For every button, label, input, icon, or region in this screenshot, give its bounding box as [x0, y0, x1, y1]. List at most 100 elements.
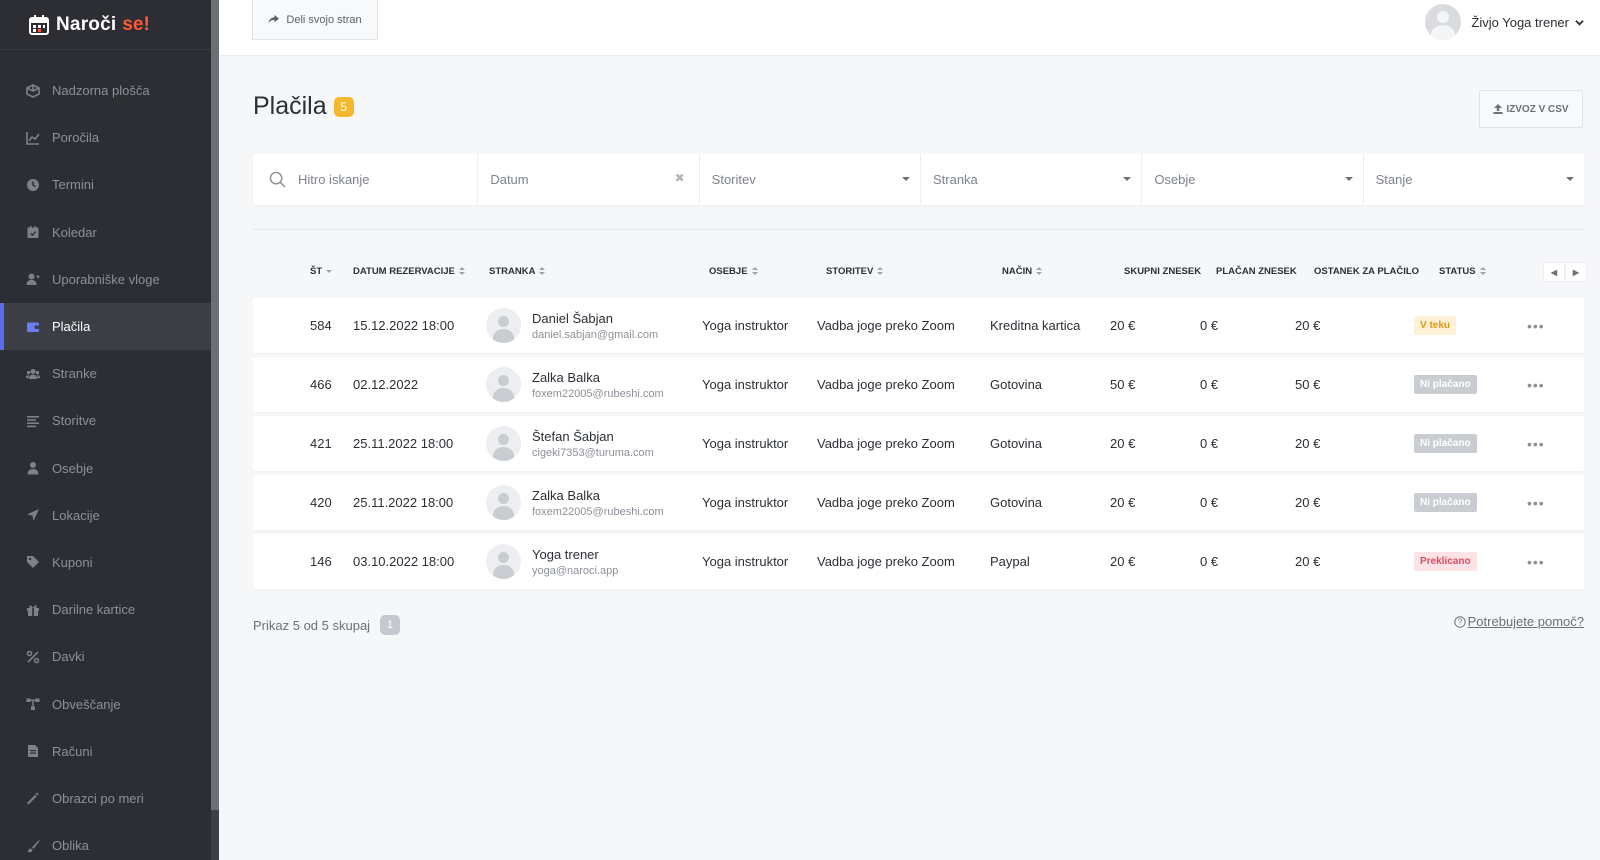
sidebar-item-nadzorna-plosca[interactable]: Nadzorna plošča [0, 67, 212, 114]
caret-down-icon [901, 177, 910, 181]
customer-avatar [486, 367, 521, 402]
sidebar-item-label: Uporabniške vloge [52, 271, 160, 287]
invoice-icon [26, 744, 40, 758]
column-header-staff[interactable]: OSEBJE [709, 266, 758, 277]
column-header-customer[interactable]: STRANKA [489, 266, 546, 277]
calendar-check-icon [26, 225, 40, 239]
customer-avatar-cell [486, 298, 521, 353]
sidebar-item-obrazci-po-meri[interactable]: Obrazci po meri [0, 775, 212, 822]
more-actions-icon[interactable]: ••• [1527, 357, 1545, 412]
help-link[interactable]: ? Potrebujete pomoč? [1453, 614, 1584, 629]
date-input[interactable] [490, 172, 641, 187]
sidebar-item-oblika[interactable]: Oblika [0, 822, 212, 860]
table-row[interactable]: 466 02.12.2022 Yoga instruktor Vadba joge p… [253, 357, 1584, 412]
sidebar-item-davki[interactable]: Davki [0, 633, 212, 680]
caret-down-icon [1565, 177, 1574, 181]
status-badge: Preklicano [1414, 552, 1477, 571]
cell-method: Kreditna kartica [990, 318, 1081, 333]
status-cell: Ni plačano [1414, 475, 1477, 530]
more-actions-icon[interactable]: ••• [1527, 534, 1545, 589]
page-number-button[interactable]: 1 [380, 615, 401, 635]
column-header-service[interactable]: STORITEV [826, 266, 884, 277]
clear-date-icon[interactable]: ✖ [675, 171, 685, 185]
quick-search-filter[interactable] [253, 154, 479, 205]
more-actions-icon[interactable]: ••• [1527, 416, 1545, 471]
table-row[interactable]: 584 15.12.2022 18:00 Yoga instruktor Vadba … [253, 298, 1584, 353]
sidebar-scrollbar-thumb[interactable] [211, 0, 219, 810]
service-filter[interactable]: Storitev [700, 154, 921, 205]
cell-date: 25.11.2022 18:00 [353, 436, 454, 451]
customer-avatar [486, 308, 521, 343]
sidebar-item-stranke[interactable]: Stranke [0, 350, 212, 397]
brand-logo[interactable]: Naroči se! [0, 0, 219, 50]
share-page-label: Deli svojo stran [286, 13, 362, 26]
customer-name: Zalka Balka [532, 487, 600, 503]
column-header-date[interactable]: DATUM REZERVACIJE [353, 266, 465, 277]
customer-email: yoga@naroci.app [532, 564, 619, 577]
status-badge: Ni plačano [1414, 434, 1477, 453]
cell-date: 25.11.2022 18:00 [353, 495, 454, 510]
location-arrow-icon [26, 508, 40, 522]
sidebar-item-racuni[interactable]: Računi [0, 728, 212, 775]
sidebar-item-osebje[interactable]: Osebje [0, 445, 212, 492]
flow-icon [26, 697, 40, 711]
scroll-left-button[interactable]: ◀ [1543, 262, 1565, 282]
customer-avatar-cell [486, 357, 521, 412]
table-row[interactable]: 146 03.10.2022 18:00 Yoga instruktor Vadba … [253, 534, 1584, 589]
sidebar-item-darilne-kartice[interactable]: Darilne kartice [0, 586, 212, 633]
customer-email: cigeki7353@turuma.com [532, 446, 654, 459]
sidebar-item-lokacije[interactable]: Lokacije [0, 492, 212, 539]
table-row[interactable]: 421 25.11.2022 18:00 Yoga instruktor Vadba … [253, 416, 1584, 471]
sidebar-item-label: Darilne kartice [52, 602, 136, 618]
column-header-status[interactable]: STATUS [1439, 266, 1486, 277]
export-csv-button[interactable]: IZVOZ V CSV [1479, 90, 1583, 128]
customer-cell[interactable]: Yoga trener yoga@naroci.app [532, 534, 618, 589]
user-menu[interactable]: Živjo Yoga trener [1425, 4, 1584, 40]
status-cell: Preklicano [1414, 534, 1477, 589]
status-badge: Ni plačano [1414, 375, 1477, 394]
column-header-total: SKUPNI ZNESEK [1124, 266, 1201, 277]
filter-bar: ✖ Storitev Stranka Osebje Stanje [253, 154, 1584, 205]
more-actions-icon[interactable]: ••• [1527, 298, 1545, 353]
column-header-method[interactable]: NAČIN [1002, 266, 1043, 277]
sidebar-item-label: Poročila [52, 130, 99, 146]
table-row[interactable]: 420 25.11.2022 18:00 Yoga instruktor Vadba … [253, 475, 1584, 530]
customer-cell[interactable]: Zalka Balka foxem22005@rubeshi.com [532, 475, 664, 530]
share-page-button[interactable]: Deli svojo stran [252, 0, 378, 40]
status-filter[interactable]: Stanje [1364, 154, 1584, 205]
sidebar-item-placila[interactable]: Plačila [0, 302, 212, 351]
cell-due: 20 € [1295, 554, 1321, 569]
scroll-right-button[interactable]: ▶ [1565, 262, 1587, 282]
customer-cell[interactable]: Daniel Šabjan daniel.sabjan@gmail.com [532, 298, 658, 353]
search-input[interactable] [298, 172, 448, 187]
column-header-id[interactable]: ŠT [310, 266, 333, 277]
sidebar-item-label: Osebje [52, 460, 94, 476]
customer-cell[interactable]: Štefan Šabjan cigeki7353@turuma.com [532, 416, 654, 471]
cell-paid: 0 € [1200, 495, 1219, 510]
cell-staff: Yoga instruktor [702, 377, 789, 392]
svg-text:?: ? [1457, 617, 1462, 626]
customer-filter[interactable]: Stranka [921, 154, 1143, 205]
more-actions-icon[interactable]: ••• [1527, 475, 1545, 530]
sidebar-item-koledar[interactable]: Koledar [0, 209, 212, 256]
clock-icon [26, 178, 40, 192]
sidebar-scrollbar[interactable] [211, 0, 219, 860]
staff-filter[interactable]: Osebje [1142, 154, 1364, 205]
service-filter-label: Storitev [711, 172, 756, 187]
sidebar-item-uporabniske-vloge[interactable]: Uporabniške vloge [0, 256, 212, 303]
sidebar-item-porocila[interactable]: Poročila [0, 114, 212, 161]
cell-total: 20 € [1110, 436, 1136, 451]
user-avatar [1425, 4, 1462, 40]
cell-paid: 0 € [1200, 554, 1219, 569]
sidebar-item-termini[interactable]: Termini [0, 161, 212, 208]
topbar: Deli svojo stran Živjo Yoga trener [219, 0, 1600, 56]
sidebar-item-obvescanje[interactable]: Obveščanje [0, 680, 212, 727]
date-filter[interactable]: ✖ [478, 154, 700, 205]
caret-down-icon [1123, 177, 1132, 181]
cell-service: Vadba joge preko Zoom [817, 318, 955, 333]
sidebar-item-storitve[interactable]: Storitve [0, 397, 212, 444]
cell-paid: 0 € [1200, 377, 1219, 392]
customer-cell[interactable]: Zalka Balka foxem22005@rubeshi.com [532, 357, 664, 412]
sidebar-item-kuponi[interactable]: Kuponi [0, 539, 212, 586]
cell-date: 03.10.2022 18:00 [353, 554, 455, 569]
